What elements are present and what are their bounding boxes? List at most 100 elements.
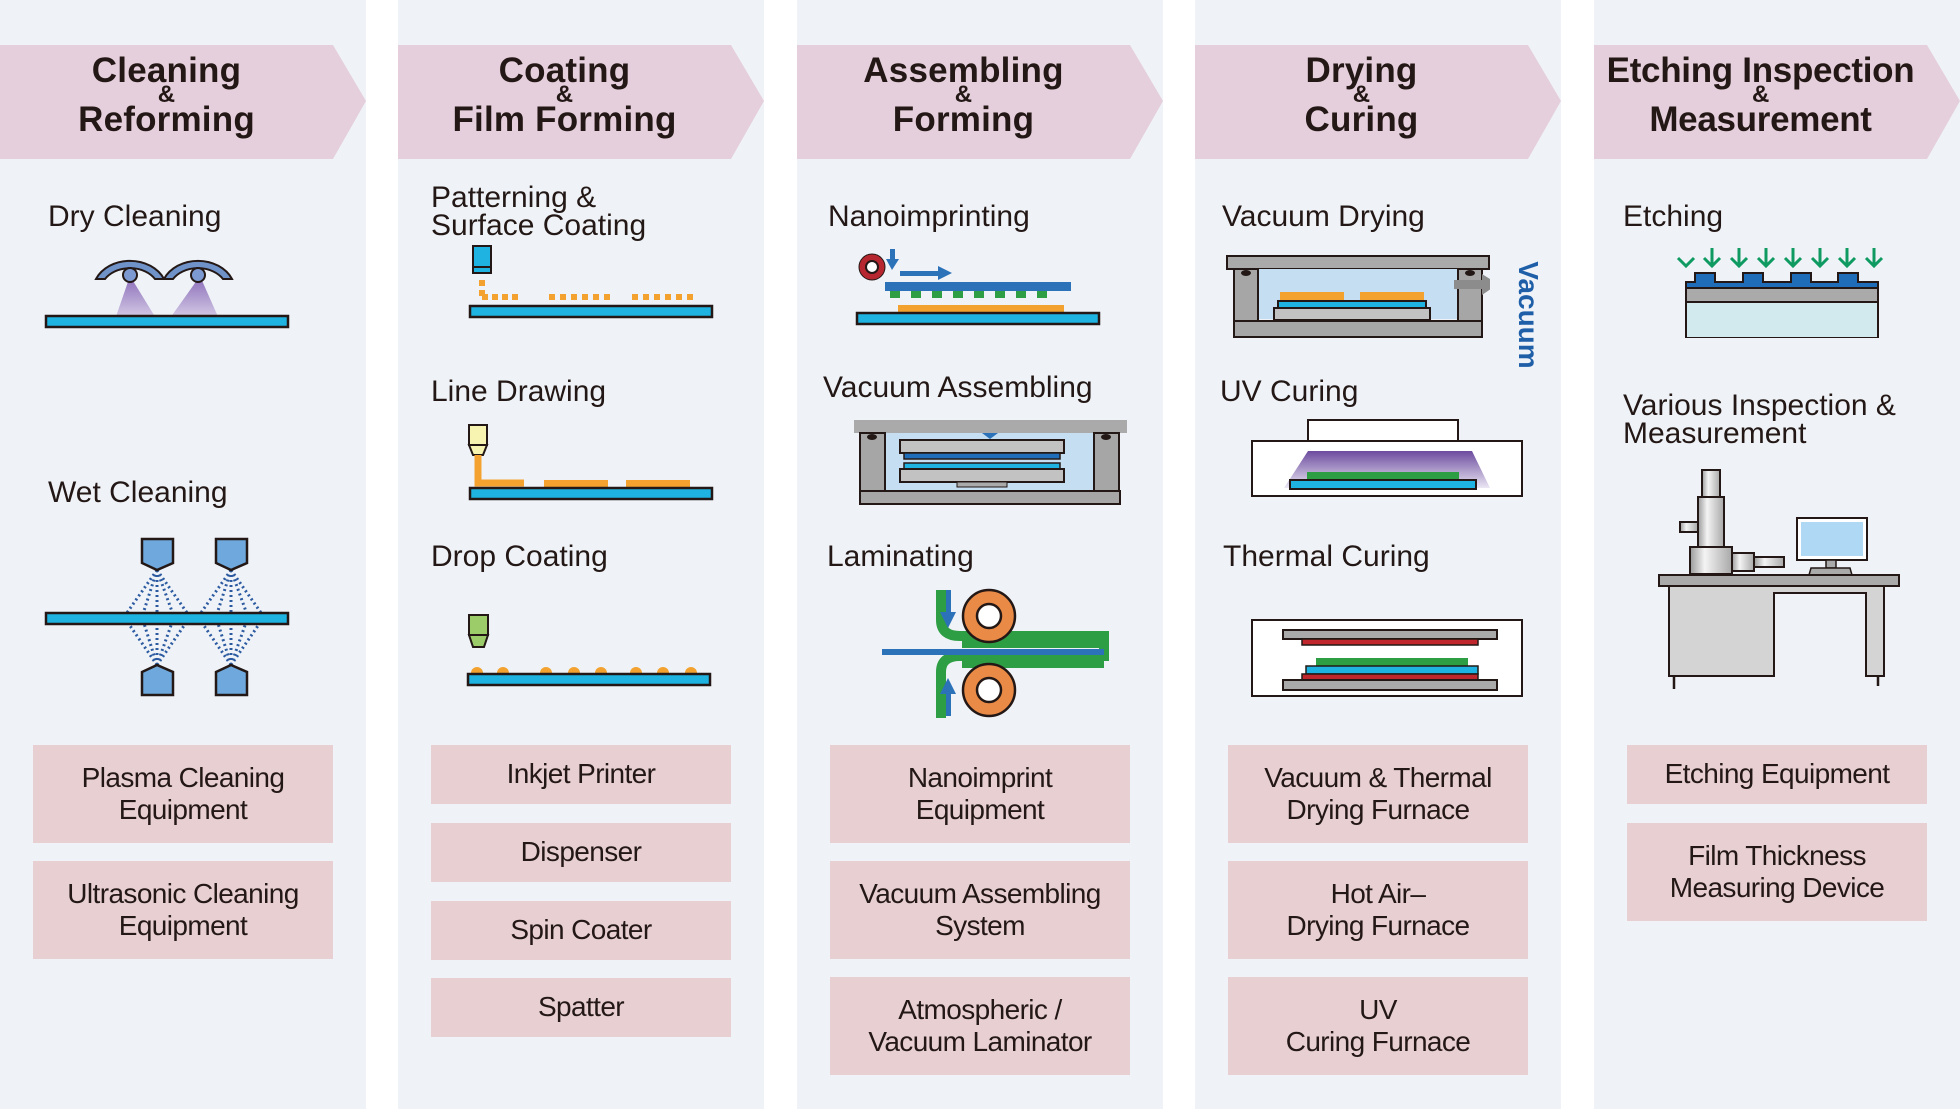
equipment-item[interactable]: Nanoimprint Equipment <box>830 745 1130 843</box>
process-label: Vacuum Assembling <box>823 371 1093 404</box>
equipment-item[interactable]: Vacuum & Thermal Drying Furnace <box>1228 745 1528 843</box>
equipment-line: Equipment <box>118 794 248 825</box>
equipment-item[interactable]: Inkjet Printer <box>431 745 731 804</box>
vacuum-label-text: Vacuum <box>1513 261 1544 369</box>
equipment-line: Equipment <box>915 794 1045 825</box>
process-label: Thermal Curing <box>1223 540 1430 573</box>
process-label: Nanoimprinting <box>828 200 1030 233</box>
equipment-line: Drying Furnace <box>1286 910 1470 941</box>
process-label: Etching <box>1623 200 1724 233</box>
column-cleaning-reforming: Cleaning & Reforming Dry Cleaning Wet Cl… <box>0 0 366 1109</box>
process-label-line: Measurement <box>1623 416 1807 450</box>
equipment-item[interactable]: Hot Air– Drying Furnace <box>1228 861 1528 959</box>
substrate <box>466 672 712 687</box>
drop-coating-illustration <box>466 614 712 687</box>
equipment-line: Spatter <box>537 991 625 1023</box>
equipment-line: Atmospheric / <box>898 993 1062 1025</box>
process-label: Line Drawing <box>431 375 607 408</box>
inspection-station-illustration <box>1658 469 1900 689</box>
equipment-line: Inkjet Printer <box>506 758 656 790</box>
process-label: Vacuum Drying <box>1222 200 1425 233</box>
nozzle-icon <box>214 663 249 697</box>
stage-header: Etching Inspection & Measurement <box>1594 45 1960 159</box>
stage-title: Coating & Film Forming <box>398 53 731 137</box>
dry-cleaning-illustration <box>44 259 290 329</box>
etch-arrows-icon <box>1676 248 1884 269</box>
equipment-line: Plasma Cleaning <box>81 761 285 793</box>
equipment-item[interactable]: Spin Coater <box>431 901 731 960</box>
equipment-line: Curing Furnace <box>1285 1026 1471 1057</box>
stage-title: Assembling & Forming <box>797 53 1130 137</box>
substrate <box>44 611 290 626</box>
stage-title-line2: Measurement <box>1649 100 1872 140</box>
vacuum-assembling-illustration <box>854 420 1127 505</box>
process-label-line: Surface Coating <box>431 208 647 242</box>
equipment-line: Ultrasonic Cleaning <box>67 877 299 909</box>
stage-title-line2: Reforming <box>78 100 255 140</box>
stage-title: Drying & Curing <box>1195 53 1528 137</box>
uv-curing-illustration <box>1251 419 1523 497</box>
equipment-line: Spin Coater <box>510 914 652 946</box>
equipment-line: Nanoimprint <box>907 761 1053 793</box>
vacuum-label: Vacuum <box>1513 254 1544 374</box>
equipment-line: Dispenser <box>520 836 642 868</box>
etching-illustration <box>1676 248 1884 338</box>
substrate <box>855 311 1101 326</box>
stage-header: Drying & Curing <box>1195 45 1561 159</box>
equipment-line: Vacuum Laminator <box>868 1026 1092 1057</box>
process-label-line: Patterning & <box>431 181 597 214</box>
equipment-item[interactable]: Atmospheric / Vacuum Laminator <box>830 977 1130 1075</box>
equipment-item[interactable]: Ultrasonic Cleaning Equipment <box>33 861 333 959</box>
equipment-line: System <box>935 910 1025 941</box>
process-label: Wet Cleaning <box>48 476 228 509</box>
equipment-line: Etching Equipment <box>1664 758 1890 790</box>
equipment-line: Measuring Device <box>1669 872 1885 903</box>
equipment-line: Equipment <box>118 910 248 941</box>
column-coating-film-forming: Coating & Film Forming Patterning & Surf… <box>398 0 764 1109</box>
equipment-line: Vacuum & Thermal <box>1264 761 1492 793</box>
substrate <box>468 486 714 501</box>
stage-header: Coating & Film Forming <box>398 45 764 159</box>
nanoimprint-illustration <box>855 249 1101 326</box>
patterning-illustration <box>468 245 714 319</box>
substrate <box>468 304 714 319</box>
substrate <box>44 314 290 329</box>
column-etching-inspection-measurement: Etching Inspection & Measurement Etching… <box>1594 0 1960 1109</box>
stage-title-line2: Film Forming <box>452 100 677 140</box>
stage-title-line2: Curing <box>1304 100 1419 140</box>
equipment-item[interactable]: Etching Equipment <box>1627 745 1927 804</box>
nozzle-icon <box>140 663 175 697</box>
column-drying-curing: Drying & Curing Vacuum Drying Vacuum UV … <box>1195 0 1561 1109</box>
equipment-line: Drying Furnace <box>1286 794 1470 825</box>
laminating-illustration <box>882 588 1109 718</box>
column-assembling-forming: Assembling & Forming Nanoimprinting Vacu… <box>797 0 1163 1109</box>
vacuum-arrow-icon <box>1454 280 1484 289</box>
wet-cleaning-illustration <box>44 537 290 697</box>
equipment-line: Film Thickness <box>1688 839 1866 871</box>
equipment-item[interactable]: Film Thickness Measuring Device <box>1627 823 1927 921</box>
process-label: Drop Coating <box>431 540 608 573</box>
equipment-item[interactable]: Plasma Cleaning Equipment <box>33 745 333 843</box>
process-label-line: Various Inspection & <box>1623 389 1896 422</box>
equipment-line: Vacuum Assembling <box>859 877 1101 909</box>
thermal-curing-illustration <box>1251 619 1523 697</box>
stage-title-line2: Forming <box>892 100 1035 140</box>
nozzle-icon <box>140 537 175 572</box>
stage-header: Assembling & Forming <box>797 45 1163 159</box>
stage-title: Etching Inspection & Measurement <box>1594 53 1927 137</box>
process-label: Patterning & Surface Coating <box>431 181 647 242</box>
vacuum-drying-illustration <box>1226 255 1490 338</box>
process-label: Laminating <box>827 540 974 573</box>
stage-header: Cleaning & Reforming <box>0 45 366 159</box>
equipment-line: Hot Air– <box>1330 877 1426 909</box>
equipment-item[interactable]: Vacuum Assembling System <box>830 861 1130 959</box>
nozzle-icon <box>214 537 249 572</box>
process-label: UV Curing <box>1220 375 1359 408</box>
stage-title: Cleaning & Reforming <box>0 53 333 137</box>
equipment-line: UV <box>1359 993 1397 1025</box>
equipment-item[interactable]: UV Curing Furnace <box>1228 977 1528 1075</box>
equipment-item[interactable]: Spatter <box>431 978 731 1037</box>
line-drawing-illustration <box>467 424 714 501</box>
process-label: Dry Cleaning <box>48 200 222 233</box>
equipment-item[interactable]: Dispenser <box>431 823 731 882</box>
